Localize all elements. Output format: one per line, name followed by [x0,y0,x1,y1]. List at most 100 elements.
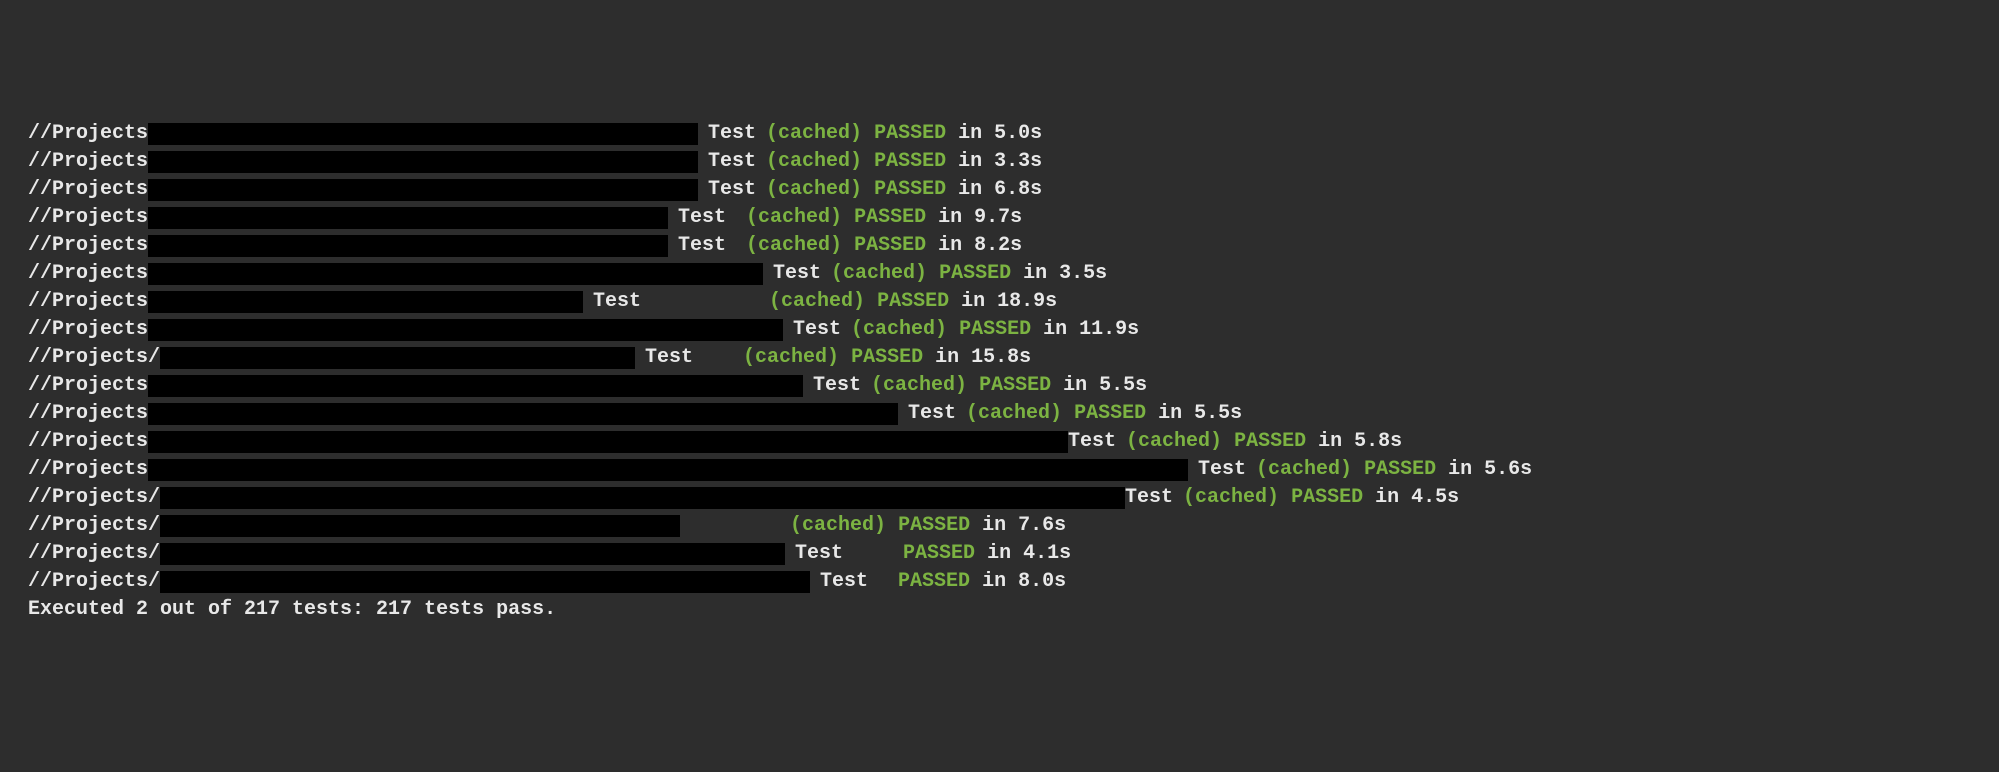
status-passed: PASSED [898,512,970,540]
test-timing: in 5.5s [1158,400,1242,428]
redacted-path [148,375,803,397]
cached-indicator: (cached) [746,232,842,260]
cached-indicator: (cached) [871,372,967,400]
test-timing: in 5.8s [1318,428,1402,456]
test-label: Test [593,288,641,316]
path-prefix: //Projects [28,456,148,484]
status-passed: PASSED [874,176,946,204]
terminal-output: //ProjectsTest(cached) PASSED in 5.0s//P… [0,120,1999,624]
path-prefix: //Projects/ [28,512,160,540]
test-timing: in 4.5s [1375,484,1459,512]
status-passed: PASSED [854,232,926,260]
status-passed: PASSED [874,120,946,148]
test-timing: in 7.6s [982,512,1066,540]
redacted-path [148,291,583,313]
redacted-path [148,459,1188,481]
test-timing: in 5.5s [1063,372,1147,400]
test-label: Test [678,204,726,232]
redacted-path [148,263,763,285]
path-prefix: //Projects [28,232,148,260]
cached-indicator: (cached) [966,400,1062,428]
test-timing: in 4.1s [987,540,1071,568]
path-prefix: //Projects [28,148,148,176]
cached-indicator: (cached) [766,176,862,204]
redacted-path [160,347,635,369]
test-result-line: //ProjectsTest(cached) PASSED in 5.8s [0,428,1999,456]
test-timing: in 8.0s [982,568,1066,596]
path-prefix: //Projects [28,288,148,316]
test-result-line: //Projects/TestPASSED in 8.0s [0,568,1999,596]
test-label: Test [678,232,726,260]
test-summary: Executed 2 out of 217 tests: 217 tests p… [0,596,1999,624]
status-passed: PASSED [1234,428,1306,456]
redacted-path [160,515,680,537]
cached-indicator: (cached) [1256,456,1352,484]
status-passed: PASSED [1291,484,1363,512]
status-passed: PASSED [903,540,975,568]
path-prefix: //Projects [28,428,148,456]
test-result-line: //Projects Test (cached) PASSED in 11.9s [0,316,1999,344]
status-passed: PASSED [1074,400,1146,428]
test-timing: in 11.9s [1043,316,1139,344]
redacted-path [160,543,785,565]
redacted-path [148,179,698,201]
test-timing: in 6.8s [958,176,1042,204]
test-label: Test [908,400,956,428]
status-passed: PASSED [939,260,1011,288]
cached-indicator: (cached) [831,260,927,288]
status-passed: PASSED [877,288,949,316]
path-prefix: //Projects [28,316,148,344]
test-label: Test [1125,484,1173,512]
cached-indicator: (cached) [851,316,947,344]
test-label: Test [1198,456,1246,484]
path-prefix: //Projects/ [28,568,160,596]
test-result-line: //Projects/ (cached) PASSED in 7.6s [0,512,1999,540]
path-prefix: //Projects [28,120,148,148]
redacted-path [148,207,668,229]
path-prefix: //Projects/ [28,344,160,372]
cached-indicator: (cached) [1183,484,1279,512]
path-prefix: //Projects [28,372,148,400]
cached-indicator: (cached) [769,288,865,316]
redacted-path [160,487,1125,509]
redacted-path [148,151,698,173]
test-timing: in 9.7s [938,204,1022,232]
cached-indicator: (cached) [766,148,862,176]
test-result-line: //ProjectsTest(cached) PASSED in 5.6s [0,456,1999,484]
test-result-line: //Projects Test (cached) PASSED in 8.2s [0,232,1999,260]
test-label: Test [773,260,821,288]
test-result-line: //Projects/Test (cached) PASSED in 4.5s [0,484,1999,512]
redacted-path [160,571,810,593]
cached-indicator: (cached) [1126,428,1222,456]
path-prefix: //Projects [28,176,148,204]
test-timing: in 8.2s [938,232,1022,260]
test-timing: in 3.5s [1023,260,1107,288]
test-timing: in 18.9s [961,288,1057,316]
path-prefix: //Projects [28,260,148,288]
redacted-path [148,319,783,341]
test-result-line: //ProjectsTest(cached) PASSED in 5.5s [0,400,1999,428]
test-result-line: //Projects/Test(cached) PASSED in 15.8s [0,344,1999,372]
test-timing: in 5.6s [1448,456,1532,484]
test-timing: in 3.3s [958,148,1042,176]
test-label: Test [708,176,756,204]
path-prefix: //Projects/ [28,484,160,512]
test-result-line: //Projects Test (cached) PASSED in 3.5s [0,260,1999,288]
redacted-path [148,123,698,145]
cached-indicator: (cached) [766,120,862,148]
test-result-line: //ProjectsTest(cached) PASSED in 3.3s [0,148,1999,176]
test-timing: in 5.0s [958,120,1042,148]
redacted-path [148,403,898,425]
path-prefix: //Projects/ [28,540,160,568]
test-label: Test [793,316,841,344]
test-label: Test [645,344,693,372]
test-label: Test [813,372,861,400]
status-passed: PASSED [874,148,946,176]
cached-indicator: (cached) [790,512,886,540]
path-prefix: //Projects [28,204,148,232]
test-timing: in 15.8s [935,344,1031,372]
status-passed: PASSED [959,316,1031,344]
status-passed: PASSED [979,372,1051,400]
redacted-path [148,431,1068,453]
status-passed: PASSED [851,344,923,372]
